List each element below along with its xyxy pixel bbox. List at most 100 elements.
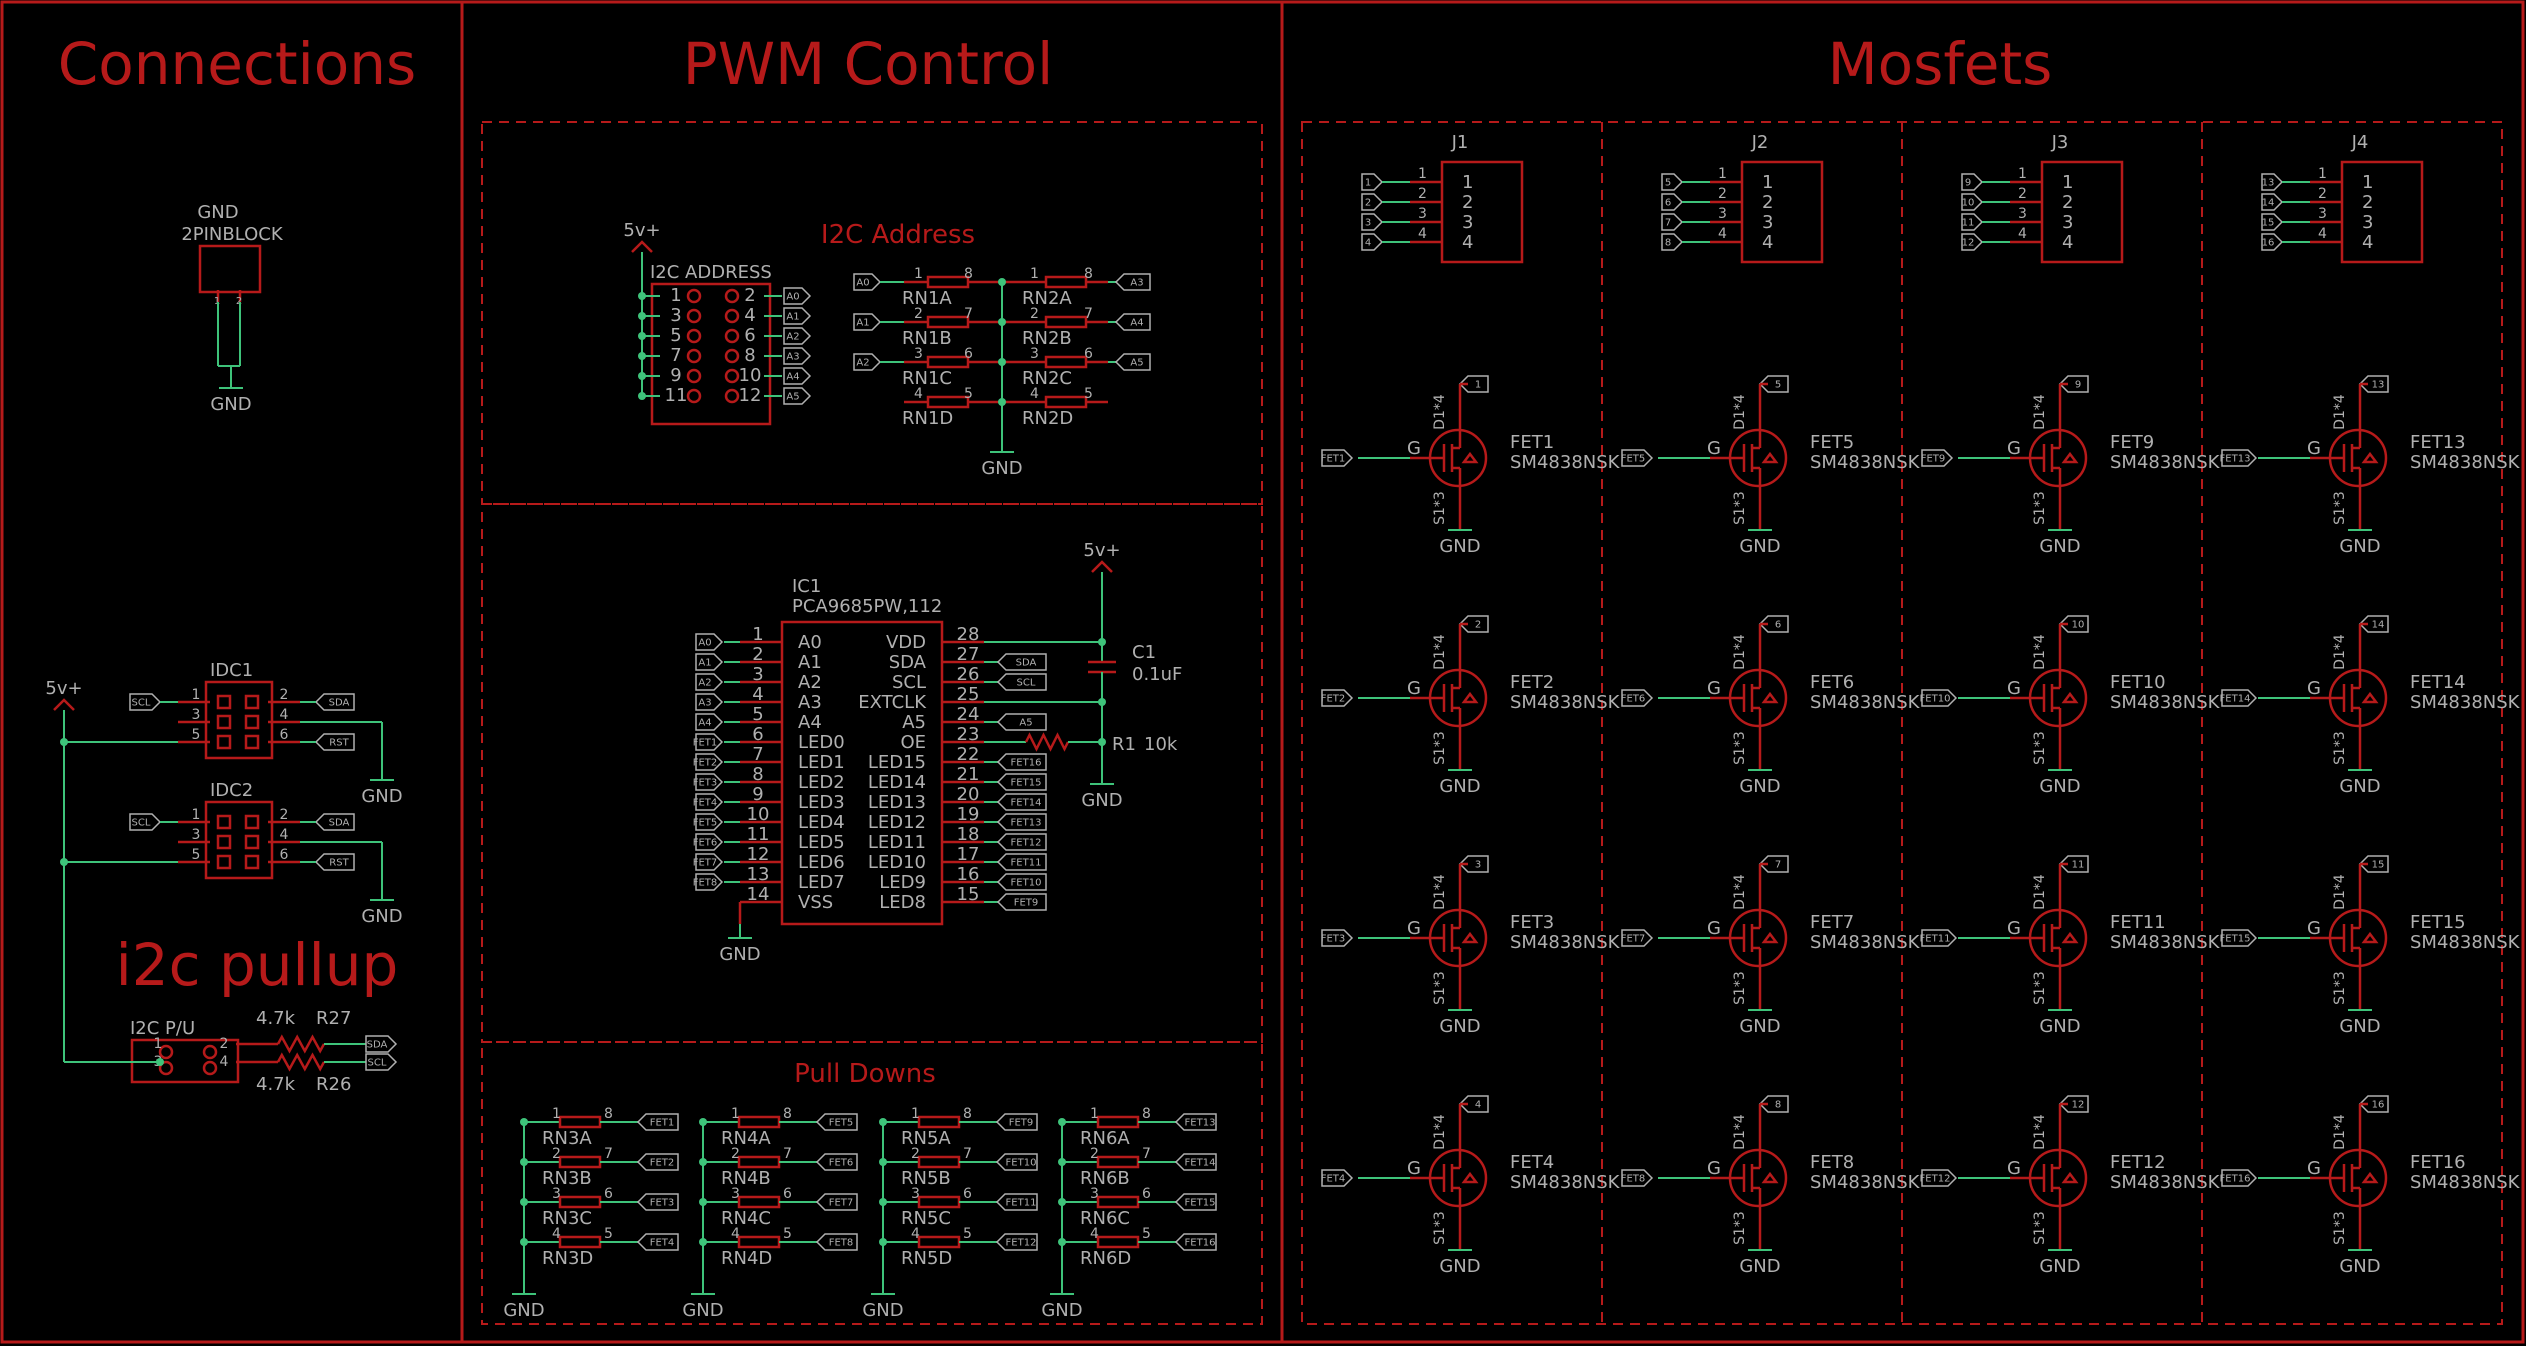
net-flag-label: FET7 xyxy=(1621,934,1646,945)
supply-arrow xyxy=(631,240,653,253)
pin-number: 12 xyxy=(739,385,762,406)
connector-name: J2 xyxy=(1751,132,1769,153)
pin-function: LED3 xyxy=(798,792,845,813)
net-flag-label: FET16 xyxy=(2220,1174,2251,1185)
net-flag-label: FET2 xyxy=(650,1158,675,1169)
rn-name: RN3D xyxy=(542,1248,593,1269)
pin-number: 2 xyxy=(2318,186,2327,202)
resistor-body xyxy=(1044,355,1088,369)
net-flag-label: A5 xyxy=(1019,718,1032,729)
pin-number: 5 xyxy=(1142,1226,1151,1242)
gate-label: G xyxy=(2007,678,2021,699)
connector-body xyxy=(1440,160,1524,264)
gate-label: G xyxy=(1707,678,1721,699)
fet-part: SM4838NSK xyxy=(1510,692,1621,713)
ground-label: GND xyxy=(1739,1016,1780,1037)
net-flag-label: A2 xyxy=(698,678,711,689)
net-flag-label: FET3 xyxy=(1321,934,1346,945)
gate-label: G xyxy=(1707,438,1721,459)
pin-number: 4 xyxy=(280,827,289,843)
pin-function: LED2 xyxy=(798,772,845,793)
pin-number: 3 xyxy=(2318,206,2327,222)
connector-name: J3 xyxy=(2051,132,2069,153)
pin-number: 1 xyxy=(914,266,923,282)
header-pin xyxy=(686,388,702,404)
rn-name: RN4C xyxy=(721,1208,771,1229)
ground-label: GND xyxy=(2039,776,2080,797)
subtitle-pull-downs: Pull Downs xyxy=(794,1059,936,1089)
ground-label: GND xyxy=(1439,1016,1480,1037)
junction xyxy=(60,858,68,866)
net-flag-label: 9 xyxy=(2075,380,2081,391)
pin-function: LED12 xyxy=(868,812,926,833)
ground-label: GND xyxy=(2039,1256,2080,1277)
fet-name: FET11 xyxy=(2110,912,2166,933)
pin-number: 11 xyxy=(665,385,688,406)
pin-function: A3 xyxy=(798,692,822,713)
pin-number: 4 xyxy=(2362,232,2373,253)
connector-name: J4 xyxy=(2351,132,2369,153)
mosfet-diode xyxy=(2361,931,2379,944)
ground-label: GND xyxy=(2039,1016,2080,1037)
net-flag-label: SCL xyxy=(1017,678,1036,689)
schematic-canvas: Connections PWM Control Mosfets i2c pull… xyxy=(0,0,2525,1344)
supply-arrow xyxy=(53,698,75,711)
supply-label: 5v+ xyxy=(45,678,82,699)
pullup-pin xyxy=(202,1044,218,1060)
pin-number: 5 xyxy=(670,325,681,346)
supply-label: 5v+ xyxy=(623,220,660,241)
fet-name: FET7 xyxy=(1810,912,1854,933)
ground-label: GND xyxy=(2339,776,2380,797)
fet-part: SM4838NSK xyxy=(2110,452,2221,473)
pin-number: 7 xyxy=(964,306,973,322)
net-flag-label: FET15 xyxy=(2220,934,2251,945)
pin-number: 10 xyxy=(747,804,770,825)
net-flag-label: 4 xyxy=(1475,1100,1481,1111)
pin-number: 2 xyxy=(731,1146,740,1162)
mosfet-diode xyxy=(1461,451,1479,464)
gate-label: G xyxy=(1407,918,1421,939)
pin-function: LED0 xyxy=(798,732,845,753)
net-flag-label: FET3 xyxy=(650,1198,675,1209)
net-flag-label: FET10 xyxy=(1011,878,1042,889)
title-pwm: PWM Control xyxy=(683,30,1053,98)
pin-number: 2 xyxy=(280,807,289,823)
pin-number: 6 xyxy=(1142,1186,1151,1202)
pin-number: 4 xyxy=(1718,226,1727,242)
pin-number: 9 xyxy=(752,784,763,805)
pin-number: 4 xyxy=(731,1226,740,1242)
resistor-body xyxy=(737,1155,781,1169)
pin-function: SDA xyxy=(889,652,927,673)
net-flag-label: 1 xyxy=(1475,380,1481,391)
net-flag-label: A4 xyxy=(786,372,799,383)
pin-number: 2 xyxy=(1762,192,1773,213)
fet-part: SM4838NSK xyxy=(1810,692,1921,713)
pin-number: 4 xyxy=(1030,386,1039,402)
pin-number: 8 xyxy=(752,764,763,785)
pin-number: 6 xyxy=(783,1186,792,1202)
net-flag-label: 2 xyxy=(1365,198,1371,209)
pin-number: 2 xyxy=(1418,186,1427,202)
net-flag-label: A5 xyxy=(1130,358,1143,369)
pullup-pin xyxy=(202,1060,218,1076)
pin-number: 1 xyxy=(1030,266,1039,282)
gate-label: G xyxy=(2307,678,2321,699)
fet-name: FET13 xyxy=(2410,432,2466,453)
pin-number: 1 xyxy=(1718,166,1727,182)
address-header-name: I2C ADDRESS xyxy=(650,262,772,283)
net-flag-label: 2 xyxy=(1475,620,1481,631)
gate-label: G xyxy=(2307,438,2321,459)
rn-name: RN3C xyxy=(542,1208,592,1229)
pin-number: 6 xyxy=(280,727,289,743)
idc-name: IDC1 xyxy=(210,660,253,681)
fet-part: SM4838NSK xyxy=(1510,452,1621,473)
pin-number: 2 xyxy=(1030,306,1039,322)
pin-number: 3 xyxy=(1718,206,1727,222)
header-pin xyxy=(686,348,702,364)
pin-number: 4 xyxy=(2062,232,2073,253)
junction xyxy=(638,372,646,380)
net-flag-label: FET13 xyxy=(1185,1118,1216,1129)
pin-number: 4 xyxy=(280,707,289,723)
ground-label: GND xyxy=(361,786,402,807)
idc-pin xyxy=(244,714,260,730)
